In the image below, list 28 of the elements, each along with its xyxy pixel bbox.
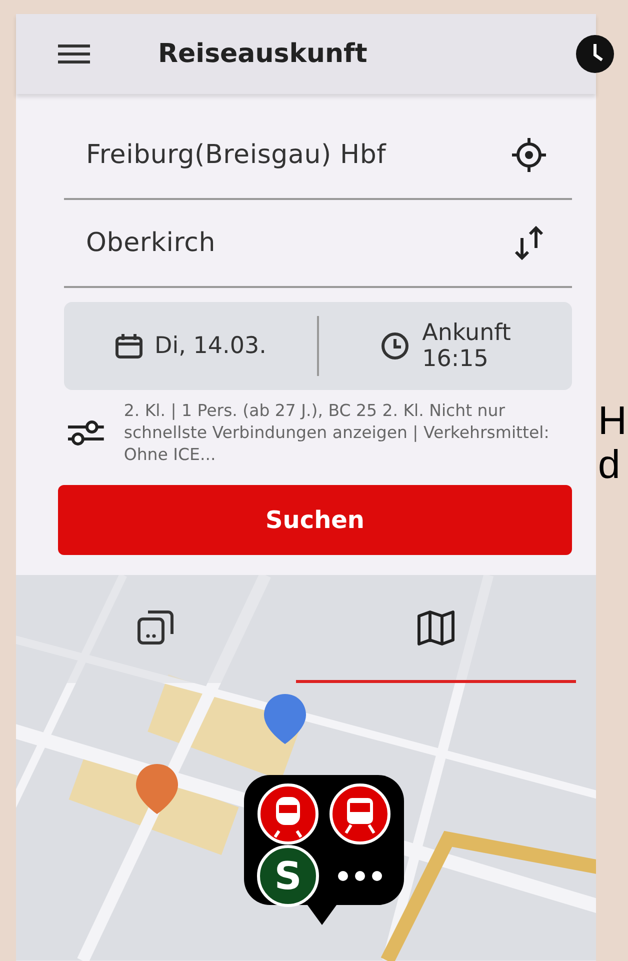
clock-icon [380,331,410,361]
s-bahn-badge: S [257,845,319,908]
from-field[interactable]: Freiburg(Breisgau) Hbf [64,112,572,200]
marker-pointer [306,903,338,926]
map-pin-icon[interactable] [134,763,180,816]
date-picker[interactable]: Di, 14.03. [64,333,317,359]
search-button[interactable]: Suchen [58,485,572,556]
station-marker[interactable]: S [244,775,404,906]
train-icon [257,783,319,846]
calendar-icon [114,333,143,359]
to-value: Oberkirch [86,228,216,258]
slide-text: H [598,399,628,443]
to-field[interactable]: Oberkirch [64,200,572,288]
more-icon [337,870,383,882]
map-pin-icon[interactable] [262,693,308,746]
time-picker[interactable]: Ankunft 16:15 [319,320,572,372]
menu-icon[interactable] [56,43,92,65]
train-icon [329,783,391,846]
location-icon[interactable] [510,136,548,174]
filter-icon[interactable] [66,418,106,448]
slide-text: d [598,443,622,487]
options-summary[interactable]: 2. Kl. | 1 Pers. (ab 27 J.), BC 25 2. Kl. Nicht nur schnellste Verbindungen anzeigen | Verkehrsmittel: Ohne ICE... [124,400,572,466]
from-value: Freiburg(Breisgau) Hbf [86,140,386,170]
time-value: 16:15 [422,346,490,372]
clock-icon[interactable] [576,35,614,73]
screen-title: Reiseauskunft [158,39,368,69]
map-icon [416,610,456,646]
time-mode: Ankunft [422,320,511,346]
